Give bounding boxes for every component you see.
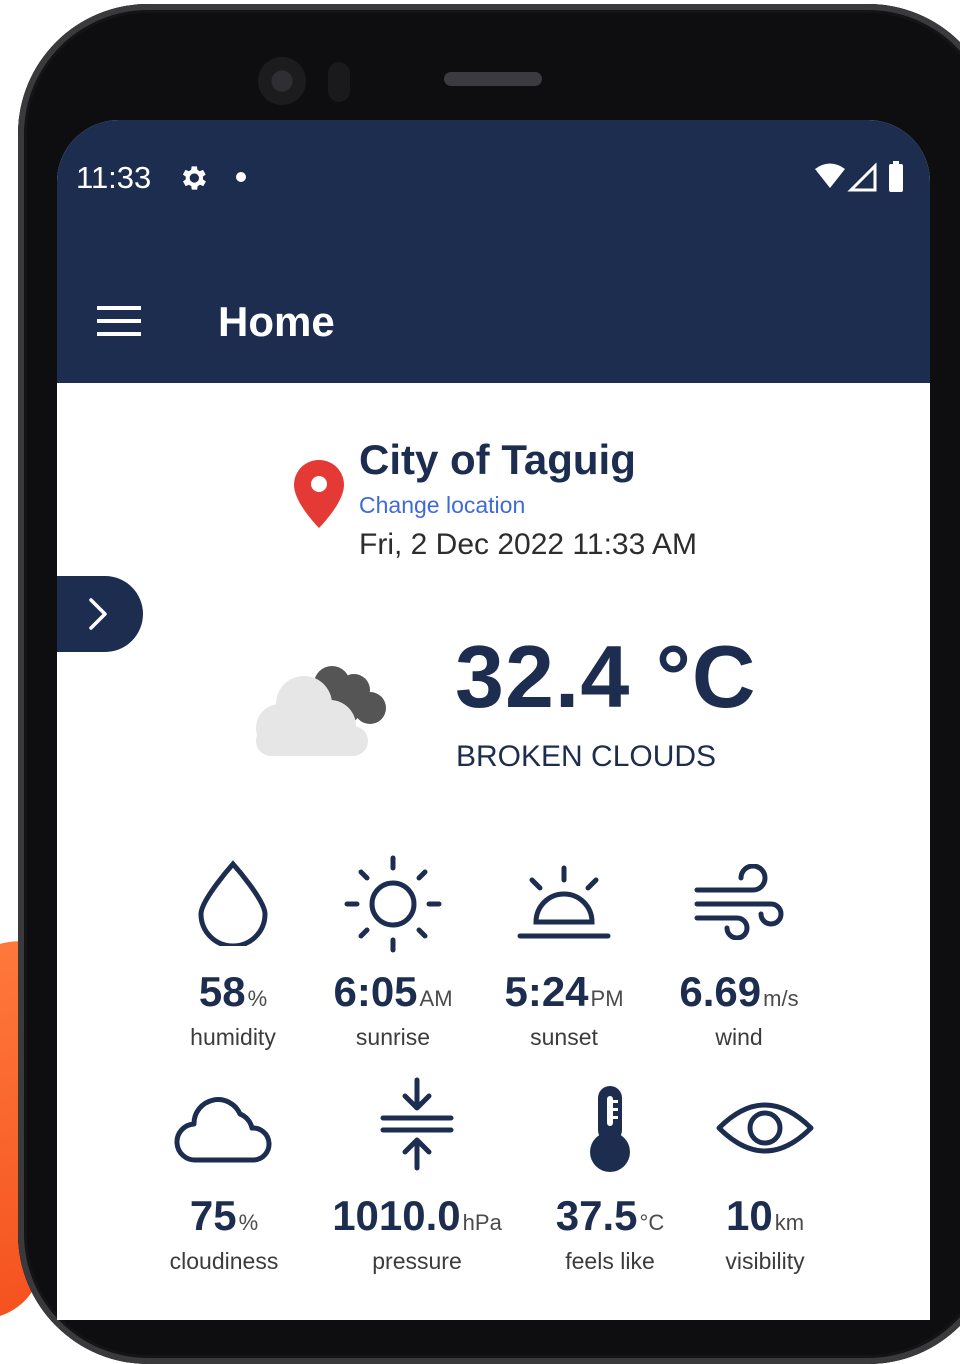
front-camera	[258, 57, 306, 105]
sunset-icon	[517, 865, 611, 939]
cellular-signal-icon	[847, 162, 877, 192]
wind-label: wind	[715, 1024, 763, 1050]
humidity-value: 58	[198, 968, 246, 1015]
visibility-value: 10	[725, 1192, 773, 1239]
humidity-unit: %	[247, 986, 268, 1011]
stat-sunrise: 6:05AM sunrise	[293, 854, 493, 1054]
broken-clouds-icon	[256, 666, 386, 756]
stat-pressure: 1010.0hPa pressure	[317, 1076, 517, 1276]
sunset-value: 5:24	[504, 968, 589, 1015]
stat-wind: 6.69m/s wind	[639, 864, 839, 1064]
app-bar: 11:33 Home	[57, 120, 930, 383]
phone-screen: 11:33 Home City of Taguig Change locatio…	[57, 120, 930, 1320]
page-title: Home	[218, 298, 335, 345]
sunrise-value: 6:05	[333, 968, 418, 1015]
change-location-link[interactable]: Change location	[359, 492, 525, 519]
cloud-icon	[174, 1097, 272, 1163]
humidity-drop-icon	[198, 860, 268, 946]
pressure-icon	[380, 1077, 454, 1171]
stat-cloudiness: 75% cloudiness	[124, 1090, 324, 1290]
camera-sensor	[328, 62, 350, 102]
status-time: 11:33	[76, 160, 152, 195]
wifi-icon	[815, 163, 845, 188]
battery-icon	[889, 164, 903, 192]
wind-value: 6.69	[679, 968, 762, 1015]
location-pin-icon	[294, 460, 344, 528]
city-name: City of Taguig	[359, 436, 636, 483]
notification-dot-icon	[236, 172, 246, 182]
weather-condition: BROKEN CLOUDS	[456, 740, 717, 773]
settings-gear-icon	[182, 166, 206, 190]
earpiece-speaker	[444, 72, 542, 86]
cloudiness-label: cloudiness	[169, 1248, 279, 1274]
sunrise-unit: AM	[419, 986, 453, 1011]
menu-hamburger-icon[interactable]	[97, 306, 141, 336]
thermometer-icon	[590, 1086, 630, 1172]
sunset-label: sunset	[530, 1024, 598, 1050]
sunset-unit: PM	[590, 986, 624, 1011]
pressure-label: pressure	[372, 1248, 462, 1274]
wind-icon	[694, 864, 784, 940]
feels-like-unit: °C	[639, 1210, 665, 1235]
stat-sunset: 5:24PM sunset	[464, 864, 664, 1064]
current-datetime: Fri, 2 Dec 2022 11:33 AM	[359, 528, 697, 561]
visibility-unit: km	[774, 1210, 805, 1235]
cloudiness-unit: %	[238, 1210, 259, 1235]
expand-drawer-button[interactable]	[57, 576, 143, 652]
wind-unit: m/s	[763, 986, 799, 1011]
feels-like-value: 37.5	[555, 1192, 638, 1239]
eye-icon	[716, 1102, 814, 1154]
status-system-icons	[815, 161, 903, 192]
sunrise-icon	[344, 855, 442, 953]
cloudiness-value: 75	[189, 1192, 237, 1239]
stat-visibility: 10km visibility	[665, 1090, 865, 1290]
sunrise-label: sunrise	[355, 1024, 431, 1050]
pressure-value: 1010.0	[332, 1192, 461, 1239]
chevron-right-icon	[89, 598, 107, 630]
pressure-unit: hPa	[462, 1210, 502, 1235]
temperature-value: 32.4 °C	[455, 627, 757, 726]
visibility-label: visibility	[725, 1248, 805, 1274]
